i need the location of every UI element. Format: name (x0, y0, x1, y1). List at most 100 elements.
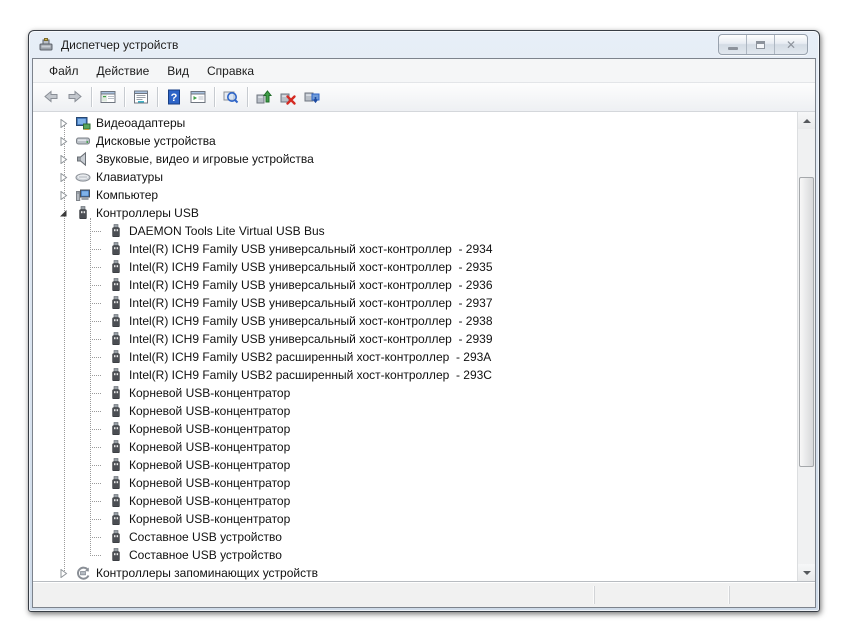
tree-item-label: Звуковые, видео и игровые устройства (96, 152, 314, 166)
update-hardware-config-icon (304, 92, 320, 104)
tree-item[interactable]: Корневой USB-концентратор (33, 420, 798, 438)
close-icon: ✕ (785, 37, 797, 52)
tree-category[interactable]: Звуковые, видео и игровые устройства (33, 150, 798, 168)
usb-icon (108, 313, 124, 329)
tree-connector (90, 537, 101, 538)
tree-item-label: Контроллеры USB (96, 206, 199, 220)
expanded-expander-icon[interactable] (58, 208, 69, 219)
tree-item[interactable]: DAEMON Tools Lite Virtual USB Bus (33, 222, 798, 240)
scrollbar-thumb[interactable] (799, 177, 814, 467)
tree-item-label: Клавиатуры (96, 170, 163, 184)
tree-connector (90, 393, 101, 394)
collapsed-expander-icon[interactable] (58, 136, 69, 147)
tree-item[interactable]: Intel(R) ICH9 Family USB универсальный х… (33, 294, 798, 312)
menu-bar: Файл Действие Вид Справка (33, 59, 815, 83)
usb-icon (108, 295, 124, 311)
device-tree-panel: Видеоадаптеры Дисковые устройства Звуковые… (33, 112, 815, 582)
usb-icon (108, 277, 124, 293)
tree-item-label: Корневой USB-концентратор (129, 386, 291, 400)
tree-item[interactable]: Корневой USB-концентратор (33, 492, 798, 510)
close-button[interactable]: ✕ (775, 35, 807, 54)
tree-category[interactable]: Дисковые устройства (33, 132, 798, 150)
show-console-tree-icon (100, 91, 116, 103)
tree-item[interactable]: Корневой USB-концентратор (33, 474, 798, 492)
menu-help[interactable]: Справка (198, 61, 263, 81)
scroll-down-icon (802, 570, 811, 575)
uninstall-device-button[interactable] (276, 85, 300, 109)
usb-icon (108, 511, 124, 527)
status-pane-separator (729, 586, 730, 604)
tree-connector (90, 231, 101, 232)
audio-icon (75, 151, 91, 167)
tree-category[interactable]: Компьютер (33, 186, 798, 204)
menu-view[interactable]: Вид (158, 61, 198, 81)
tree-item[interactable]: Составное USB устройство (33, 528, 798, 546)
properties-button[interactable] (129, 85, 153, 109)
tree-connector (90, 285, 101, 286)
standard-view-button[interactable] (186, 85, 210, 109)
tree-item[interactable]: Корневой USB-концентратор (33, 402, 798, 420)
collapsed-expander-icon[interactable] (58, 172, 69, 183)
update-driver-button[interactable] (252, 85, 276, 109)
tree-item[interactable]: Корневой USB-концентратор (33, 384, 798, 402)
maximize-button[interactable] (747, 35, 775, 54)
tree-item-label: Корневой USB-концентратор (129, 440, 291, 454)
tree-item[interactable]: Корневой USB-концентратор (33, 510, 798, 528)
tree-connector (90, 411, 101, 412)
scan-hardware-button[interactable] (219, 85, 243, 109)
tree-item[interactable]: Intel(R) ICH9 Family USB универсальный х… (33, 240, 798, 258)
tree-item-label: Intel(R) ICH9 Family USB универсальный х… (129, 314, 493, 328)
tree-item[interactable]: Корневой USB-концентратор (33, 438, 798, 456)
forward-icon (68, 90, 82, 103)
tree-connector (90, 501, 101, 502)
tree-connector (90, 303, 101, 304)
back-button[interactable] (39, 85, 63, 109)
tree-item[interactable]: Intel(R) ICH9 Family USB универсальный х… (33, 258, 798, 276)
tree-item-label: Видеоадаптеры (96, 116, 186, 130)
properties-icon (134, 90, 148, 104)
menu-action[interactable]: Действие (88, 61, 159, 81)
tree-item[interactable]: Intel(R) ICH9 Family USB2 расширенный хо… (33, 366, 798, 384)
scroll-down-button[interactable] (798, 564, 815, 581)
help-button[interactable]: ? (162, 85, 186, 109)
device-manager-window: Диспетчер устройств ✕ Файл Действие Вид … (28, 30, 820, 612)
collapsed-expander-icon[interactable] (58, 118, 69, 129)
forward-button[interactable] (63, 85, 87, 109)
tree-item[interactable]: Intel(R) ICH9 Family USB универсальный х… (33, 330, 798, 348)
tree-item-label: Intel(R) ICH9 Family USB2 расширенный хо… (129, 350, 492, 364)
scroll-up-button[interactable] (798, 112, 815, 129)
collapsed-expander-icon[interactable] (58, 568, 69, 579)
toolbar-separator (91, 87, 92, 107)
collapsed-expander-icon[interactable] (58, 190, 69, 201)
tree-connector (90, 447, 101, 448)
tree-category[interactable]: Контроллеры запоминающих устройств (33, 564, 798, 581)
standard-view-icon (190, 91, 206, 103)
tree-connector (90, 429, 101, 430)
tree-category[interactable]: Видеоадаптеры (33, 114, 798, 132)
computer-icon (75, 187, 91, 203)
vertical-scrollbar[interactable] (797, 112, 815, 581)
show-console-tree-button[interactable] (96, 85, 120, 109)
tree-item-label: Корневой USB-концентратор (129, 422, 291, 436)
update-hardware-config-button[interactable] (300, 85, 324, 109)
tree-item[interactable]: Intel(R) ICH9 Family USB2 расширенный хо… (33, 348, 798, 366)
tree-item[interactable]: Корневой USB-концентратор (33, 456, 798, 474)
tree-item-label: Корневой USB-концентратор (129, 404, 291, 418)
collapsed-expander-icon[interactable] (58, 154, 69, 165)
toolbar: ? (33, 83, 815, 112)
tree-item[interactable]: Intel(R) ICH9 Family USB универсальный х… (33, 312, 798, 330)
video-adapter-icon (75, 115, 91, 131)
tree-item[interactable]: Intel(R) ICH9 Family USB универсальный х… (33, 276, 798, 294)
tree-category[interactable]: Контроллеры USB (33, 204, 798, 222)
maximize-icon (756, 40, 765, 49)
tree-item-label: Компьютер (96, 188, 159, 202)
tree-item-label: Контроллеры запоминающих устройств (96, 566, 318, 580)
usb-icon (108, 367, 124, 383)
minimize-button[interactable] (719, 35, 747, 54)
tree-item-label: Корневой USB-концентратор (129, 476, 291, 490)
menu-file[interactable]: Файл (40, 61, 88, 81)
titlebar[interactable]: Диспетчер устройств ✕ (29, 31, 819, 58)
tree-connector (90, 375, 101, 376)
tree-category[interactable]: Клавиатуры (33, 168, 798, 186)
tree-item[interactable]: Составное USB устройство (33, 546, 798, 564)
